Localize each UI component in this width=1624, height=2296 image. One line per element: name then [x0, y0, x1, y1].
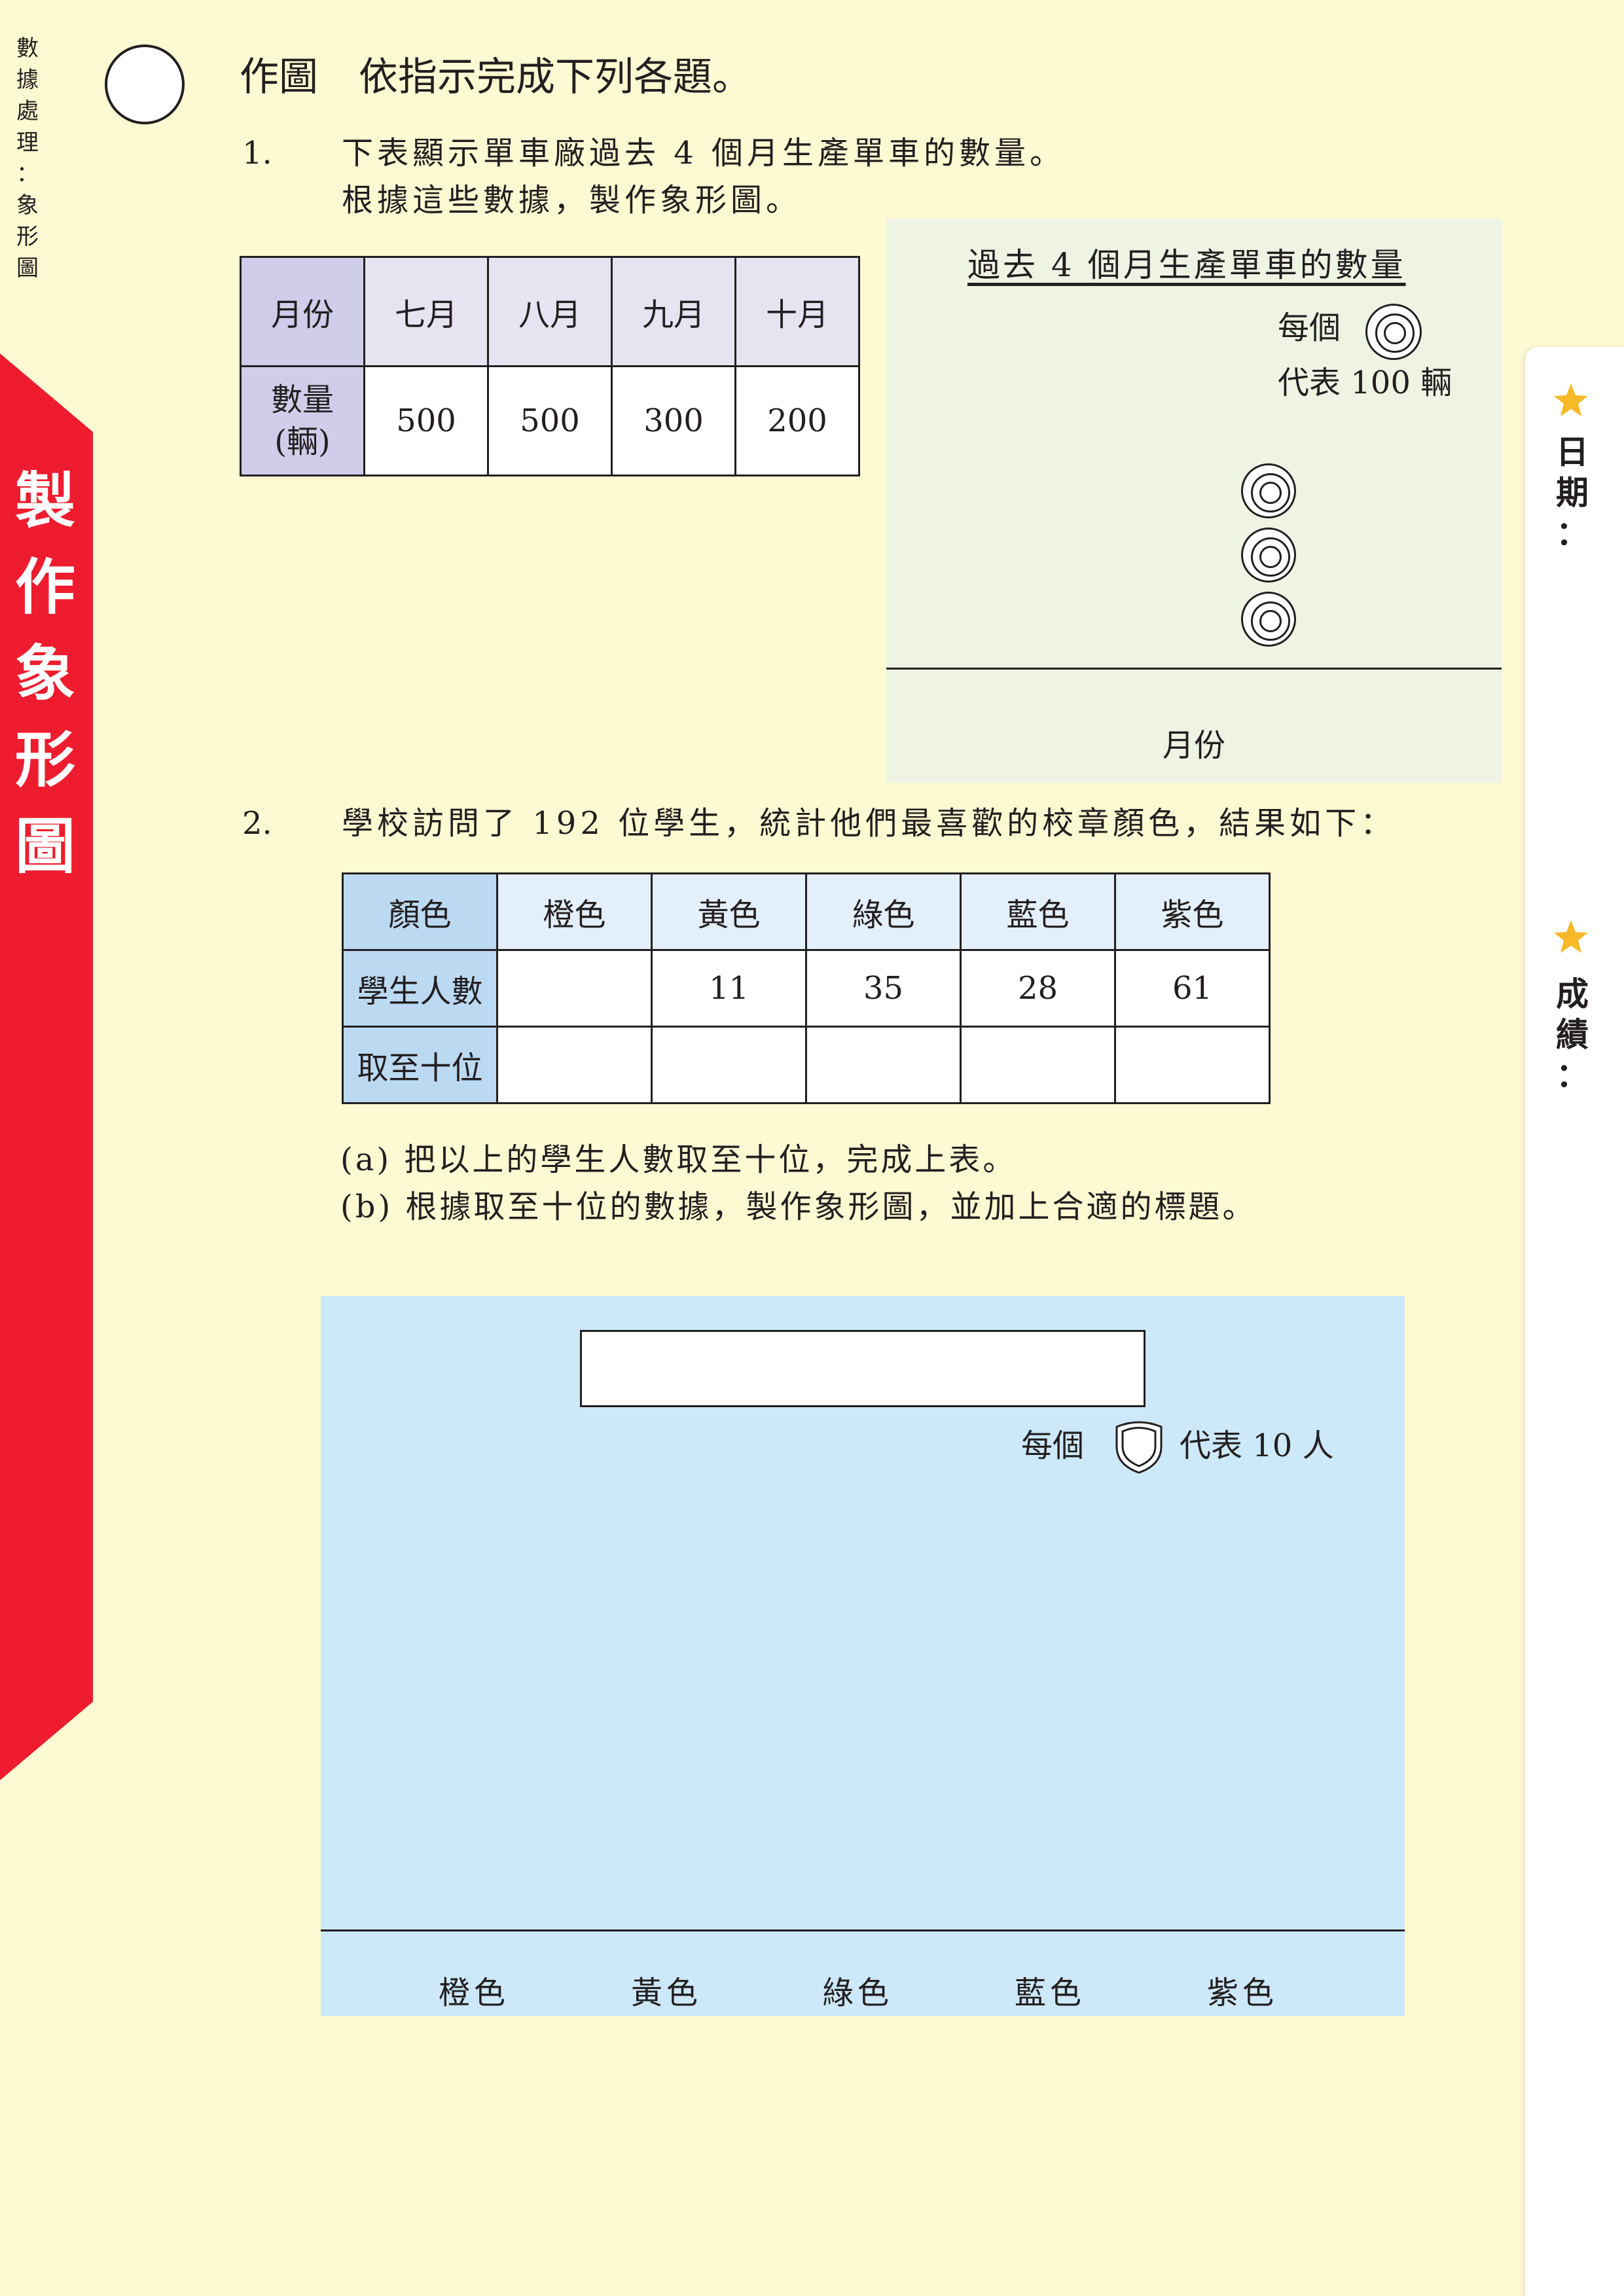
heading-instruction: 依指示完成下列各題。 [359, 54, 751, 100]
table-color-cell: 藍色 [960, 872, 1116, 951]
question-1-line1: 下表顯示單車廠過去 4 個月生產單車的數量。 [342, 135, 1066, 171]
table-value-cell: 300 [611, 365, 736, 476]
side-title-char: 形 [16, 224, 39, 250]
student-count-cell: 61 [1114, 949, 1271, 1028]
category-label: 綠色 [822, 1975, 893, 2011]
pictograph-2-key-prefix: 每個 [1021, 1427, 1085, 1464]
table-color-cell: 綠色 [805, 872, 962, 951]
quantity-unit: (輛) [274, 423, 331, 460]
category-label: 紫色 [1207, 1975, 1278, 2011]
category-label: 橙色 [439, 1975, 510, 2011]
category-label: 藍色 [1015, 1975, 1086, 2011]
date-label-char: 期 [1556, 474, 1589, 512]
bike-production-table: 月份 七月 八月 九月 十月 數量 (輛) 500 500 300 200 [240, 256, 860, 476]
rounded-answer-cell[interactable] [651, 1026, 807, 1104]
question-2-part-a: (a) 把以上的學生人數取至十位，完成上表。 [340, 1141, 1017, 1178]
side-title-char: 圖 [16, 255, 39, 281]
right-side-strip: 日 期 ： 成 績 ： [1525, 347, 1624, 2296]
pictograph-2-axis [321, 1929, 1405, 1931]
side-title-char: 象 [16, 192, 39, 219]
pictograph-1-axis [886, 668, 1502, 670]
quantity-label: 數量 [270, 382, 334, 418]
table-value-cell: 500 [363, 365, 489, 476]
side-title-char: 理 [16, 130, 39, 156]
table-value-cell: 500 [487, 365, 613, 476]
pictograph-1-title: 過去 4 個月生產單車的數量 [967, 246, 1406, 284]
key-concentric-circle-icon [1365, 304, 1422, 360]
table-header-month: 月份 [240, 256, 365, 367]
side-title-char: 處 [16, 98, 39, 124]
pictograph-2-key-suffix: 代表 10 人 [1180, 1427, 1334, 1464]
concentric-circle-icon [1241, 463, 1296, 518]
table-color-cell: 橙色 [496, 872, 653, 951]
student-count-cell: 35 [805, 949, 962, 1028]
ribbon-char: 圖 [14, 812, 75, 882]
question-2-part-b: (b) 根據取至十位的數據，製作象形圖，並加上合適的標題。 [340, 1189, 1257, 1225]
score-label-char: 成 [1556, 975, 1589, 1013]
ribbon-char: 形 [14, 725, 75, 795]
ribbon-char: 象 [14, 639, 75, 709]
table-month-cell: 十月 [734, 256, 860, 367]
concentric-circle-icon [1241, 528, 1296, 583]
heading-label: 作圖 [240, 54, 318, 100]
table-month-cell: 九月 [611, 256, 736, 367]
table-month-cell: 八月 [487, 256, 613, 367]
table-header-color: 顏色 [342, 872, 498, 951]
table-header-quantity: 數量 (輛) [240, 365, 365, 476]
rounded-answer-cell[interactable] [1114, 1026, 1271, 1104]
student-count-cell[interactable] [496, 949, 653, 1028]
date-label: 日 期 ： [1553, 432, 1592, 554]
exercise-heading: 作圖 依指示完成下列各題。 [240, 51, 751, 103]
score-circle[interactable] [105, 45, 185, 124]
table-color-cell: 黃色 [651, 872, 807, 951]
side-title-char: 據 [16, 67, 39, 93]
date-label-char: 日 [1556, 433, 1589, 471]
category-label: 黃色 [631, 1975, 702, 2011]
badge-color-table: 顏色 橙色 黃色 綠色 藍色 紫色 學生人數 11 35 28 61 取至十位 [342, 872, 1271, 1104]
score-label-char: 績 [1556, 1016, 1589, 1054]
student-count-cell: 28 [960, 949, 1116, 1028]
student-count-cell: 11 [651, 949, 807, 1028]
table-color-cell: 紫色 [1114, 872, 1271, 951]
rounded-answer-cell[interactable] [496, 1026, 653, 1104]
rounded-answer-cell[interactable] [960, 1026, 1116, 1104]
pictograph-1-key-suffix: 代表 100 輛 [1278, 365, 1453, 401]
side-title-char: 數 [16, 35, 39, 62]
question-1-number: 1. [242, 135, 272, 171]
question-1-line2: 根據這些數據，製作象形圖。 [342, 182, 802, 219]
ribbon-char: 製 [14, 466, 75, 536]
side-section-title: 數 據 處 理 ： 象 形 圖 [14, 33, 41, 284]
side-title-char: ： [16, 161, 39, 187]
pictograph-1-xlabel: 月份 [1162, 727, 1225, 764]
score-label: 成 績 ： [1553, 974, 1592, 1096]
date-label-char: ： [1556, 514, 1589, 552]
score-label-char: ： [1556, 1056, 1589, 1094]
table-value-cell: 200 [734, 365, 860, 476]
pictograph-panel-1: 過去 4 個月生產單車的數量 每個 代表 100 輛 月份 [886, 219, 1502, 783]
rounded-answer-cell[interactable] [805, 1026, 962, 1104]
concentric-circle-icon [1241, 592, 1296, 647]
pictograph-2-title-box[interactable] [580, 1330, 1146, 1407]
star-icon [1554, 384, 1588, 416]
table-header-rounded: 取至十位 [342, 1026, 498, 1104]
pictograph-1-key-prefix: 每個 [1278, 310, 1341, 346]
question-2-number: 2. [242, 805, 272, 842]
chapter-ribbon-title: 製 作 象 形 圖 [9, 458, 81, 890]
table-header-student-count: 學生人數 [342, 949, 498, 1028]
shield-icon [1115, 1421, 1163, 1474]
ribbon-char: 作 [14, 552, 75, 622]
question-2-intro: 學校訪問了 192 位學生，統計他們最喜歡的校章顏色，結果如下： [342, 805, 1396, 842]
pictograph-panel-2: 每個 代表 10 人 橙色 黃色 綠色 藍色 紫色 [321, 1296, 1405, 2016]
table-month-cell: 七月 [363, 256, 489, 367]
star-icon [1554, 920, 1588, 953]
